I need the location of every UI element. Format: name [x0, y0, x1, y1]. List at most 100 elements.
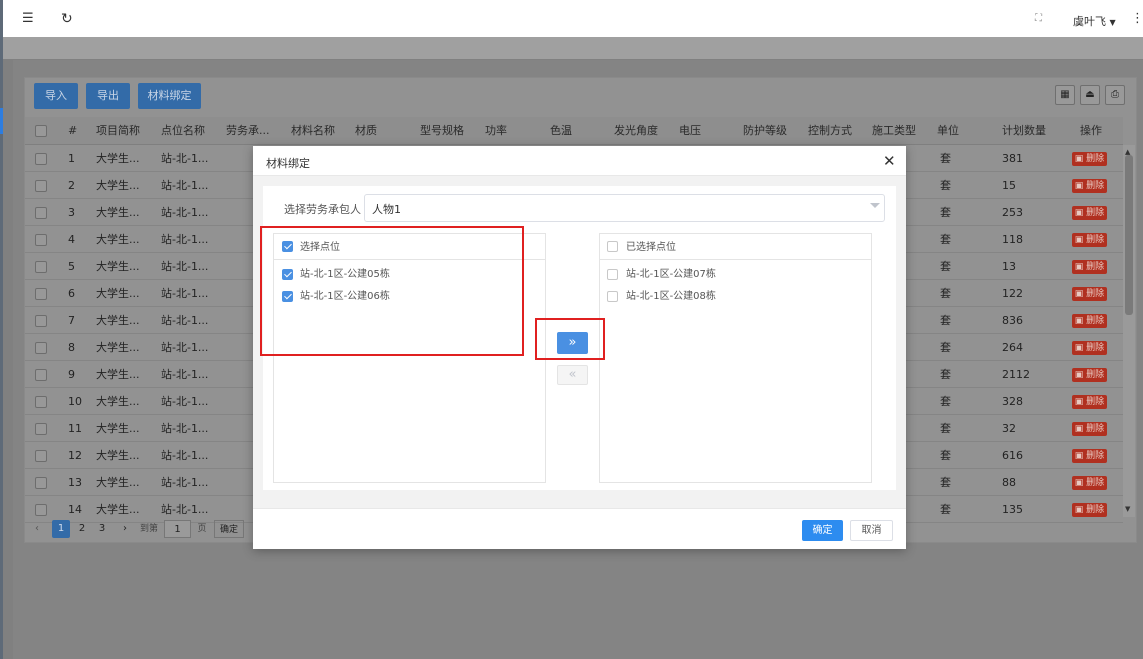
column-header[interactable]: 功率	[485, 117, 507, 145]
cell-point: 站-北-1...	[161, 422, 209, 435]
row-checkbox[interactable]	[35, 477, 47, 489]
target-item[interactable]: 站-北-1区-公建07栋	[626, 269, 716, 281]
row-checkbox[interactable]	[35, 207, 47, 219]
page-1[interactable]: 1	[52, 520, 70, 538]
move-left-button[interactable]: «	[557, 365, 588, 385]
row-checkbox[interactable]	[35, 369, 47, 381]
column-header[interactable]: 发光角度	[614, 117, 658, 145]
import-button[interactable]: 导入	[34, 83, 78, 109]
row-checkbox[interactable]	[35, 342, 47, 354]
column-header[interactable]: 电压	[679, 117, 701, 145]
row-checkbox[interactable]	[35, 234, 47, 246]
scroll-up-icon[interactable]: ▲	[1125, 148, 1130, 156]
delete-button[interactable]: ▣ 删除	[1072, 395, 1107, 409]
refresh-icon[interactable]: ↻	[61, 11, 73, 27]
export-button[interactable]: 导出	[86, 83, 130, 109]
target-item-checkbox[interactable]	[607, 269, 618, 280]
column-header[interactable]: 材质	[355, 117, 377, 145]
delete-button[interactable]: ▣ 删除	[1072, 233, 1107, 247]
cell-unit: 套	[940, 179, 951, 192]
row-checkbox[interactable]	[35, 153, 47, 165]
delete-button[interactable]: ▣ 删除	[1072, 179, 1107, 193]
user-menu[interactable]: 虞叶飞 ▼	[1073, 13, 1116, 29]
row-checkbox[interactable]	[35, 261, 47, 273]
column-header[interactable]: 操作	[1080, 117, 1102, 145]
delete-label: 删除	[1086, 424, 1105, 434]
row-checkbox[interactable]	[35, 288, 47, 300]
delete-button[interactable]: ▣ 删除	[1072, 476, 1107, 490]
cell-qty: 135	[1002, 503, 1023, 516]
column-header[interactable]: 项目简称	[96, 117, 140, 145]
contractor-select[interactable]	[364, 194, 885, 222]
next-page-icon[interactable]: ›	[119, 520, 131, 538]
cell-no: 3	[68, 206, 75, 219]
cell-qty: 32	[1002, 422, 1016, 435]
goto-page-input[interactable]: 1	[164, 520, 191, 538]
cell-project: 大学生...	[96, 206, 140, 219]
cell-project: 大学生...	[96, 449, 140, 462]
column-header[interactable]: 施工类型	[872, 117, 916, 145]
cell-no: 11	[68, 422, 82, 435]
prev-page-icon[interactable]: ‹	[31, 520, 43, 538]
column-header[interactable]: 型号规格	[420, 117, 464, 145]
scroll-down-icon[interactable]: ▼	[1125, 505, 1130, 513]
table-scrollbar-thumb[interactable]	[1125, 155, 1133, 315]
column-header[interactable]: 劳务承...	[226, 117, 270, 145]
delete-button[interactable]: ▣ 删除	[1072, 341, 1107, 355]
print-icon[interactable]: ⎙	[1105, 85, 1125, 105]
delete-button[interactable]: ▣ 删除	[1072, 206, 1107, 220]
ok-button[interactable]: 确定	[802, 520, 843, 541]
column-header[interactable]: 单位	[937, 117, 959, 145]
target-item[interactable]: 站-北-1区-公建08栋	[626, 291, 716, 303]
cell-project: 大学生...	[96, 152, 140, 165]
upload-icon[interactable]: ⏏	[1080, 85, 1100, 105]
column-header[interactable]: 材料名称	[291, 117, 335, 145]
column-header[interactable]: #	[68, 117, 77, 145]
row-checkbox[interactable]	[35, 315, 47, 327]
cell-project: 大学生...	[96, 395, 140, 408]
cell-unit: 套	[940, 449, 951, 462]
column-header[interactable]: 防护等级	[743, 117, 787, 145]
column-header[interactable]: 点位名称	[161, 117, 205, 145]
delete-label: 删除	[1086, 262, 1105, 272]
goto-confirm-button[interactable]: 确定	[214, 520, 244, 538]
cell-qty: 88	[1002, 476, 1016, 489]
delete-button[interactable]: ▣ 删除	[1072, 287, 1107, 301]
delete-button[interactable]: ▣ 删除	[1072, 449, 1107, 463]
grid-icon[interactable]: ▦	[1055, 85, 1075, 105]
page-3[interactable]: 3	[95, 520, 109, 538]
cell-no: 4	[68, 233, 75, 246]
fullscreen-icon[interactable]: ⛶	[1035, 11, 1042, 27]
page-2[interactable]: 2	[75, 520, 89, 538]
column-header[interactable]: 控制方式	[808, 117, 852, 145]
trash-icon: ▣	[1074, 478, 1087, 488]
target-item-checkbox[interactable]	[607, 291, 618, 302]
delete-label: 删除	[1086, 343, 1105, 353]
delete-label: 删除	[1086, 154, 1105, 164]
cell-unit: 套	[940, 287, 951, 300]
material-bind-button[interactable]: 材料绑定	[138, 83, 201, 109]
close-icon[interactable]: ✕	[883, 152, 896, 170]
target-select-all-checkbox[interactable]	[607, 241, 618, 252]
delete-button[interactable]: ▣ 删除	[1072, 503, 1107, 517]
cell-project: 大学生...	[96, 287, 140, 300]
delete-button[interactable]: ▣ 删除	[1072, 422, 1107, 436]
cell-qty: 15	[1002, 179, 1016, 192]
row-checkbox[interactable]	[35, 180, 47, 192]
row-checkbox[interactable]	[35, 396, 47, 408]
cancel-button[interactable]: 取消	[850, 520, 893, 541]
row-checkbox[interactable]	[35, 450, 47, 462]
menu-fold-icon[interactable]: ☰	[22, 11, 34, 27]
select-all-checkbox[interactable]	[35, 125, 47, 137]
cell-unit: 套	[940, 422, 951, 435]
delete-button[interactable]: ▣ 删除	[1072, 314, 1107, 328]
cell-unit: 套	[940, 503, 951, 516]
column-header[interactable]: 色温	[550, 117, 572, 145]
row-checkbox[interactable]	[35, 504, 47, 516]
row-checkbox[interactable]	[35, 423, 47, 435]
more-vertical-icon[interactable]: ⋮	[1131, 11, 1143, 27]
delete-button[interactable]: ▣ 删除	[1072, 368, 1107, 382]
delete-button[interactable]: ▣ 删除	[1072, 260, 1107, 274]
delete-button[interactable]: ▣ 删除	[1072, 152, 1107, 166]
column-header[interactable]: 计划数量	[1002, 117, 1046, 145]
